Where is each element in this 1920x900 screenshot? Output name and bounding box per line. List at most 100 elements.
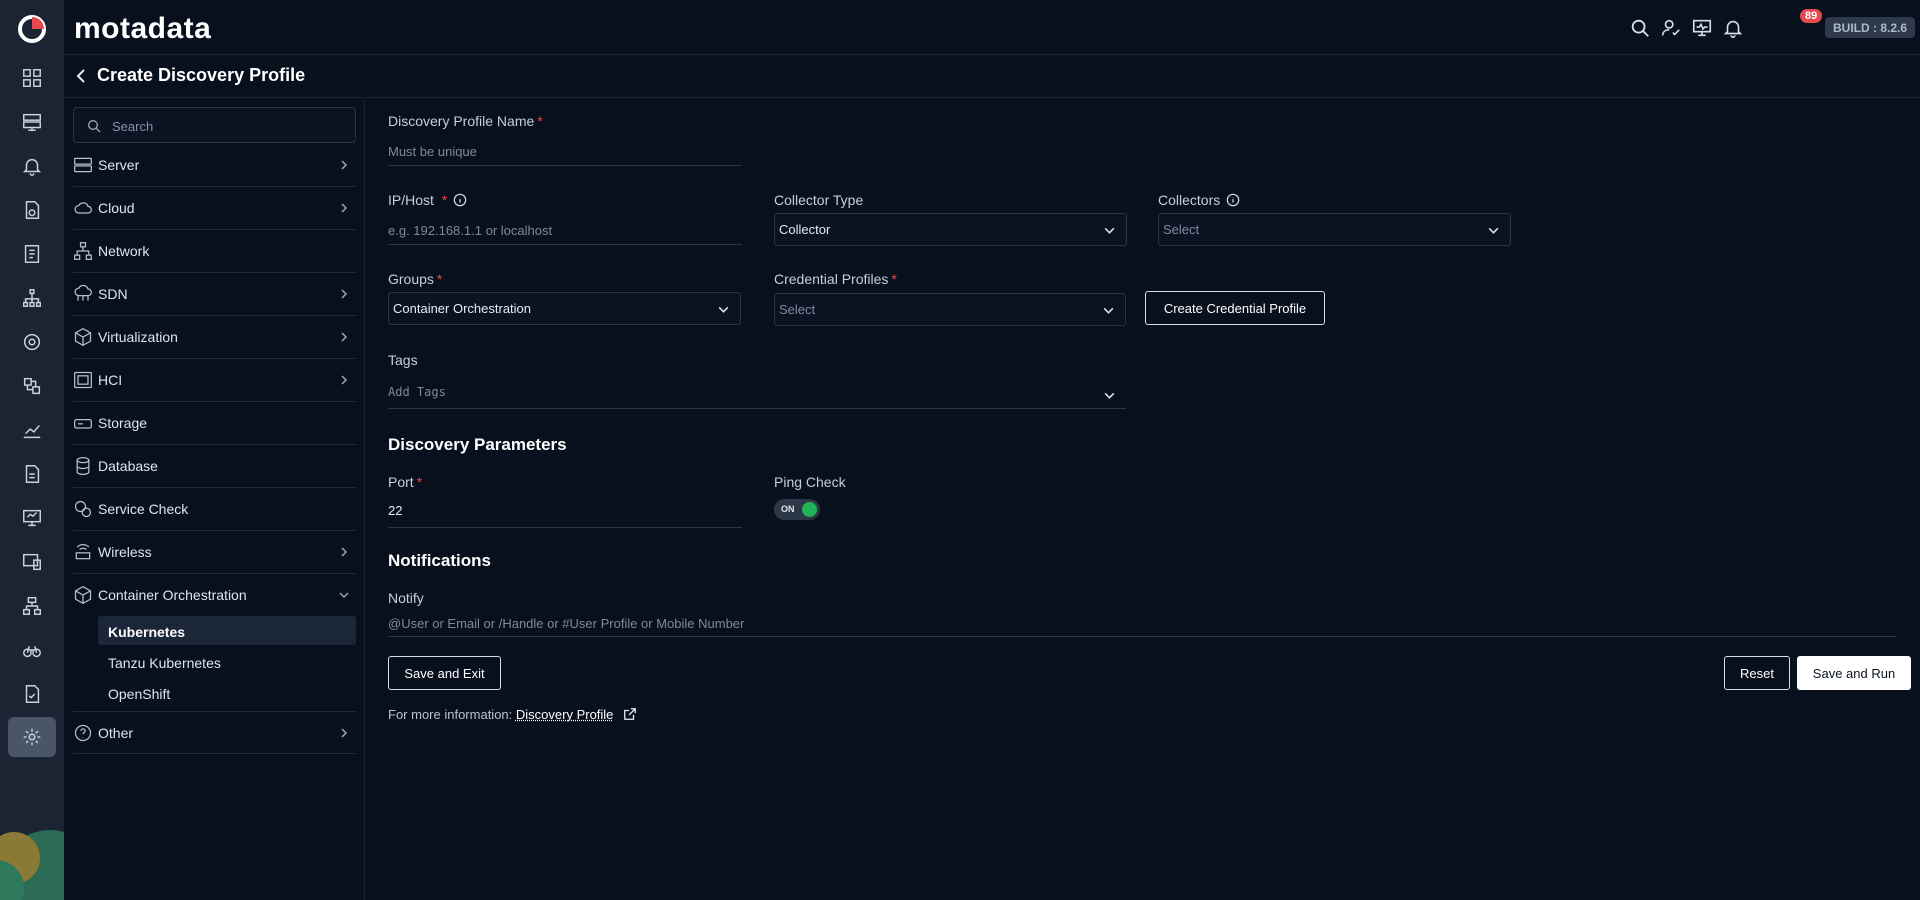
notification-count-badge: 89 bbox=[1800, 9, 1823, 23]
category-service-check[interactable]: Service Check bbox=[73, 488, 356, 531]
discovery-profile-link[interactable]: Discovery Profile bbox=[516, 707, 614, 722]
container-icon bbox=[73, 585, 93, 605]
category-other[interactable]: Other bbox=[73, 711, 356, 754]
notify-input[interactable]: @User or Email or /Handle or #User Profi… bbox=[388, 611, 1896, 637]
user-check-icon[interactable] bbox=[1658, 15, 1684, 41]
device-icon[interactable] bbox=[18, 548, 46, 576]
port-label: Port * bbox=[388, 474, 423, 490]
top-header: motadata 89 BUILD : 8.2.6 MA bbox=[64, 0, 1920, 55]
tags-input[interactable]: Add Tags bbox=[388, 377, 1126, 409]
category-label: HCI bbox=[98, 372, 123, 388]
report-icon[interactable] bbox=[18, 460, 46, 488]
category-virtualization[interactable]: Virtualization bbox=[73, 316, 356, 359]
category-label: Wireless bbox=[98, 544, 152, 560]
external-link-icon[interactable] bbox=[623, 707, 637, 721]
chart-icon[interactable] bbox=[18, 416, 46, 444]
subitem-kubernetes[interactable]: Kubernetes bbox=[98, 616, 356, 645]
ip-host-input[interactable]: e.g. 192.168.1.1 or localhost bbox=[388, 217, 742, 245]
monitor-icon[interactable] bbox=[18, 108, 46, 136]
help-circle-icon bbox=[73, 723, 93, 743]
subitem-tanzu-kubernetes[interactable]: Tanzu Kubernetes bbox=[98, 647, 356, 676]
settings-icon[interactable] bbox=[8, 717, 56, 757]
category-sdn[interactable]: SDN bbox=[73, 273, 356, 316]
flow-icon[interactable] bbox=[18, 328, 46, 356]
profile-name-input[interactable]: Must be unique bbox=[388, 138, 742, 166]
storage-icon bbox=[73, 413, 93, 433]
chevron-down-icon bbox=[1104, 227, 1115, 234]
create-credential-profile-button[interactable]: Create Credential Profile bbox=[1145, 291, 1325, 325]
chevron-down-icon bbox=[339, 592, 349, 599]
build-version-badge: BUILD : 8.2.6 bbox=[1825, 17, 1916, 38]
notifications-title: Notifications bbox=[388, 551, 491, 570]
category-search bbox=[73, 107, 356, 143]
dashboard-icon[interactable] bbox=[18, 64, 46, 92]
ping-check-toggle[interactable]: ON bbox=[774, 499, 820, 520]
category-label: Other bbox=[98, 725, 134, 741]
page-title: Create Discovery Profile bbox=[97, 65, 306, 85]
service-check-icon bbox=[73, 499, 93, 519]
collector-type-select[interactable]: Collector bbox=[774, 213, 1127, 246]
metrics-icon[interactable] bbox=[18, 196, 46, 224]
search-icon[interactable] bbox=[1627, 15, 1653, 41]
chevron-down-icon bbox=[1104, 392, 1115, 399]
notify-label: Notify bbox=[388, 590, 424, 606]
category-wireless[interactable]: Wireless bbox=[73, 531, 356, 574]
app-logo-icon[interactable] bbox=[16, 13, 48, 45]
category-label: Database bbox=[98, 458, 158, 474]
collector-type-label: Collector Type bbox=[774, 192, 864, 208]
category-label: Container Orchestration bbox=[98, 587, 247, 603]
chevron-down-icon bbox=[1103, 307, 1114, 314]
hci-icon bbox=[73, 370, 93, 390]
save-and-exit-button[interactable]: Save and Exit bbox=[388, 656, 501, 690]
search-icon bbox=[88, 120, 101, 133]
profile-name-label: Discovery Profile Name * bbox=[388, 113, 543, 129]
display-icon[interactable] bbox=[18, 504, 46, 532]
apps-icon[interactable] bbox=[18, 372, 46, 400]
category-cloud[interactable]: Cloud bbox=[73, 187, 356, 230]
subitem-openshift[interactable]: OpenShift bbox=[98, 678, 356, 707]
alert-bell-icon[interactable] bbox=[18, 152, 46, 180]
chevron-right-icon bbox=[341, 375, 348, 385]
chevron-down-icon bbox=[1488, 227, 1499, 234]
left-rail bbox=[0, 0, 64, 900]
brand-name: motadata bbox=[74, 12, 212, 45]
category-container-orchestration[interactable]: Container Orchestration bbox=[73, 574, 356, 617]
info-icon[interactable] bbox=[453, 193, 467, 207]
server-icon bbox=[73, 155, 93, 175]
cube-icon bbox=[73, 327, 93, 347]
save-and-run-button[interactable]: Save and Run bbox=[1797, 656, 1911, 690]
category-label: Virtualization bbox=[98, 329, 178, 345]
category-database[interactable]: Database bbox=[73, 445, 356, 488]
audit-icon[interactable] bbox=[18, 680, 46, 708]
chevron-right-icon bbox=[341, 332, 348, 342]
explore-icon[interactable] bbox=[18, 636, 46, 664]
back-arrow-icon[interactable] bbox=[72, 66, 92, 86]
category-search-input[interactable] bbox=[112, 116, 342, 136]
collectors-select[interactable]: Select bbox=[1158, 213, 1511, 246]
monitor-pulse-icon[interactable] bbox=[1689, 15, 1715, 41]
sdn-icon bbox=[73, 284, 93, 304]
category-hci[interactable]: HCI bbox=[73, 359, 356, 402]
log-icon[interactable] bbox=[18, 240, 46, 268]
org-icon[interactable] bbox=[18, 592, 46, 620]
credential-profiles-label: Credential Profiles * bbox=[774, 271, 897, 287]
category-label: Server bbox=[98, 157, 140, 173]
reset-button[interactable]: Reset bbox=[1724, 656, 1790, 690]
category-storage[interactable]: Storage bbox=[73, 402, 356, 445]
info-icon[interactable] bbox=[1226, 193, 1240, 207]
ping-check-label: Ping Check bbox=[774, 474, 846, 490]
chevron-right-icon bbox=[341, 728, 348, 738]
category-label: Network bbox=[98, 243, 150, 259]
category-server[interactable]: Server bbox=[73, 144, 356, 187]
chevron-right-icon bbox=[341, 547, 348, 557]
rail-decoration bbox=[0, 830, 64, 900]
port-input[interactable]: 22 bbox=[388, 498, 742, 528]
notification-bell-icon[interactable] bbox=[1720, 15, 1746, 41]
groups-select[interactable]: Container Orchestration bbox=[388, 292, 741, 325]
toggle-knob bbox=[802, 502, 817, 517]
credential-profiles-select[interactable]: Select bbox=[774, 293, 1126, 326]
category-label: Service Check bbox=[98, 501, 189, 517]
category-network[interactable]: Network bbox=[73, 230, 356, 273]
network-icon bbox=[73, 241, 93, 261]
topology-icon[interactable] bbox=[18, 284, 46, 312]
